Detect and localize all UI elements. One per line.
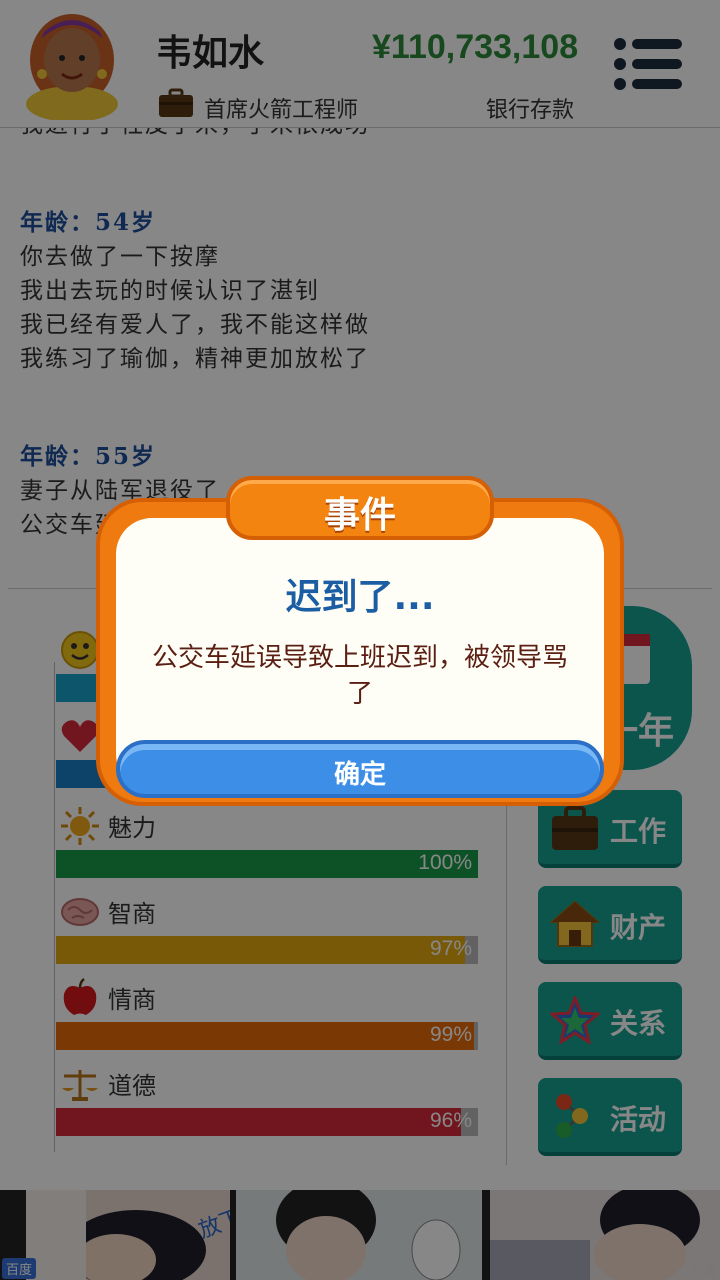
event-dialog-tab: 事件 bbox=[226, 476, 494, 540]
confirm-button[interactable]: 确定 bbox=[116, 740, 604, 798]
event-title: 迟到了... bbox=[285, 577, 435, 618]
confirm-label: 确定 bbox=[333, 760, 386, 790]
event-message: 公交车延误导致上班迟到，被领导骂了 bbox=[151, 643, 568, 709]
event-dialog-heading: 事件 bbox=[323, 495, 396, 536]
